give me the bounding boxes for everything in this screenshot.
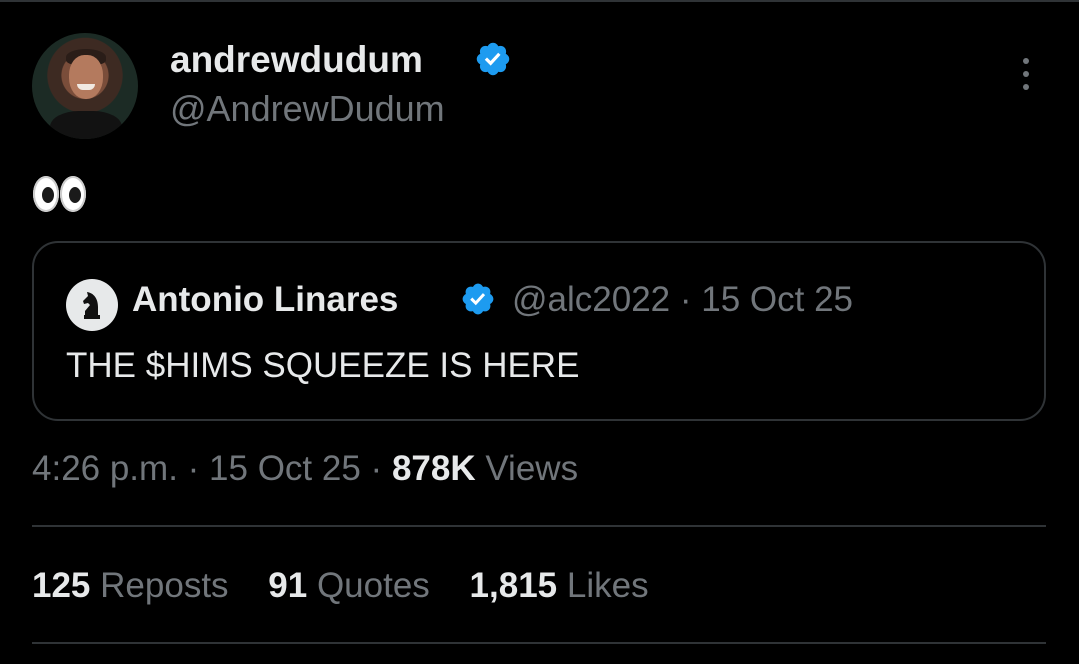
stats-bottom-divider <box>32 642 1046 644</box>
quotes-label: Quotes <box>316 566 430 605</box>
tweet-timestamp-row: 4:26 p.m. · 15 Oct 25 · 878K Views <box>32 446 578 492</box>
more-dot <box>1023 84 1029 90</box>
stats-top-divider <box>32 525 1046 527</box>
views-label: Views <box>485 449 579 488</box>
verified-badge-icon <box>462 283 494 315</box>
quotes-stat[interactable]: 91 Quotes <box>268 562 430 610</box>
author-handle[interactable]: @AndrewDudum <box>170 88 445 130</box>
reposts-label: Reposts <box>100 566 229 605</box>
views-count[interactable]: 878K <box>392 449 476 488</box>
more-dot <box>1023 71 1029 77</box>
quoted-author-name[interactable]: Antonio Linares <box>132 279 398 321</box>
likes-count: 1,815 <box>469 566 558 605</box>
verified-badge-icon <box>476 42 510 76</box>
quoted-meta: @alc2022 · 15 Oct 25 <box>512 279 853 321</box>
quoted-date[interactable]: 15 Oct 25 <box>701 280 853 319</box>
likes-label: Likes <box>566 566 649 605</box>
more-dot <box>1023 58 1029 64</box>
quotes-count: 91 <box>268 566 308 605</box>
more-options-icon[interactable] <box>1012 58 1040 98</box>
reposts-count: 125 <box>32 566 91 605</box>
timestamp-separator: · <box>370 449 383 488</box>
engagement-stats: 125 Reposts 91 Quotes 1,815 Likes <box>32 562 679 610</box>
avatar-face <box>69 55 103 99</box>
top-divider <box>0 0 1079 2</box>
quoted-handle[interactable]: @alc2022 <box>512 280 670 319</box>
chess-knight-icon <box>83 292 100 319</box>
quoted-separator: · <box>679 280 692 319</box>
timestamp-separator: · <box>187 449 200 488</box>
quoted-tweet-card[interactable]: Antonio Linares @alc2022 · 15 Oct 25 THE… <box>32 241 1046 421</box>
reposts-stat[interactable]: 125 Reposts <box>32 562 229 610</box>
tweet-text <box>33 176 87 222</box>
author-avatar[interactable] <box>32 33 138 139</box>
author-display-name[interactable]: andrewdudum <box>170 38 423 82</box>
eye-emoji-right <box>60 176 86 212</box>
quoted-author-avatar[interactable] <box>66 279 118 331</box>
likes-stat[interactable]: 1,815 Likes <box>470 562 649 610</box>
tweet-time[interactable]: 4:26 p.m. <box>32 449 178 488</box>
avatar-shirt <box>50 111 122 139</box>
tweet-date[interactable]: 15 Oct 25 <box>209 449 361 488</box>
quoted-tweet-text: THE $HIMS SQUEEZE IS HERE <box>66 346 580 385</box>
eye-emoji-left <box>33 176 59 212</box>
